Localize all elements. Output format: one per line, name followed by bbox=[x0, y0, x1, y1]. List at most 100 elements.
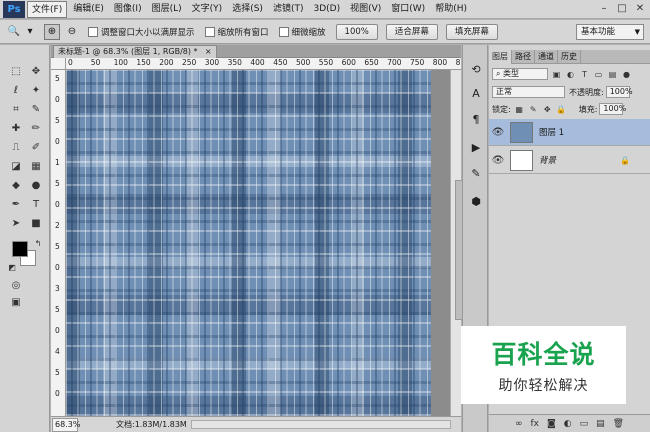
checkbox-box[interactable] bbox=[204, 26, 215, 37]
denim-texture-canvas[interactable] bbox=[66, 70, 431, 416]
lock-all-icon[interactable]: 🔒 bbox=[556, 104, 567, 115]
blend-mode-select[interactable]: 正常 bbox=[492, 86, 565, 98]
tab-paths[interactable]: 路径 bbox=[512, 50, 535, 64]
zoom-100-button[interactable]: 100% bbox=[335, 23, 378, 40]
ruler-tick-label: 600 bbox=[341, 58, 356, 67]
link-layers-icon[interactable]: ∞ bbox=[515, 419, 523, 429]
menu-select[interactable]: 选择(S) bbox=[228, 1, 267, 18]
3d-panel-icon[interactable]: ⬢ bbox=[468, 193, 484, 209]
vertical-scrollbar[interactable] bbox=[450, 70, 463, 416]
workspace-select[interactable]: 基本功能 ▼ bbox=[576, 24, 644, 40]
crop-tool-icon[interactable]: ⌗ bbox=[8, 101, 24, 117]
chevron-down-icon[interactable]: ▾ bbox=[26, 24, 34, 40]
tab-history[interactable]: 历史 bbox=[558, 50, 581, 64]
adjustment-layer-icon[interactable]: ◐ bbox=[564, 419, 572, 429]
paragraph-panel-icon[interactable]: ¶ bbox=[468, 111, 484, 127]
brush-tool-icon[interactable]: ✏ bbox=[28, 120, 44, 136]
layer-row-background[interactable]: 👁 背景 🔒 bbox=[489, 147, 650, 174]
eraser-tool-icon[interactable]: ◪ bbox=[8, 158, 24, 174]
filter-type-icon[interactable]: T bbox=[579, 69, 590, 80]
eye-icon[interactable]: 👁 bbox=[489, 127, 507, 138]
dodge-tool-icon[interactable]: ● bbox=[28, 177, 44, 193]
menu-help[interactable]: 帮助(H) bbox=[431, 1, 471, 18]
lock-transparent-icon[interactable]: ▦ bbox=[514, 104, 525, 115]
menu-edit[interactable]: 编辑(E) bbox=[69, 1, 108, 18]
menu-filter[interactable]: 滤镜(T) bbox=[269, 1, 308, 18]
character-panel-icon[interactable]: A bbox=[468, 85, 484, 101]
tab-channels[interactable]: 通道 bbox=[535, 50, 558, 64]
layer-name[interactable]: 背景 bbox=[539, 154, 556, 166]
tab-layers[interactable]: 图层 bbox=[489, 50, 512, 64]
menu-type[interactable]: 文字(Y) bbox=[188, 1, 227, 18]
blur-tool-icon[interactable]: ◆ bbox=[8, 177, 24, 193]
fill-field[interactable]: 100% bbox=[599, 103, 626, 115]
eyedropper-tool-icon[interactable]: ✎ bbox=[28, 101, 44, 117]
screen-mode-icon[interactable]: ▣ bbox=[8, 294, 24, 310]
close-window-button[interactable]: ✕ bbox=[634, 3, 646, 15]
checkbox-box[interactable] bbox=[278, 26, 289, 37]
horizontal-ruler[interactable]: 0 50 100 150 200 250 300 350 400 450 500 550 600 650 7… bbox=[66, 58, 461, 70]
canvas-pasteboard[interactable] bbox=[66, 70, 450, 416]
layer-style-icon[interactable]: fx bbox=[530, 419, 539, 429]
close-icon[interactable]: × bbox=[205, 46, 212, 58]
layer-name[interactable]: 图层 1 bbox=[539, 126, 564, 138]
eye-icon[interactable]: 👁 bbox=[489, 155, 507, 166]
history-brush-tool-icon[interactable]: ✐ bbox=[28, 139, 44, 155]
add-mask-icon[interactable]: ◙ bbox=[547, 419, 556, 429]
filter-toggle-icon[interactable]: ● bbox=[621, 69, 632, 80]
new-layer-icon[interactable]: ▤ bbox=[596, 419, 605, 429]
actions-panel-icon[interactable]: ▶ bbox=[468, 139, 484, 155]
ruler-tick-label: 150 bbox=[136, 58, 151, 67]
brush-panel-icon[interactable]: ✎ bbox=[468, 165, 484, 181]
default-colors-icon[interactable]: ◩ bbox=[4, 259, 20, 275]
menu-3d[interactable]: 3D(D) bbox=[309, 1, 344, 18]
lasso-tool-icon[interactable]: ℓ bbox=[8, 82, 24, 98]
swap-colors-icon[interactable]: ↰ bbox=[30, 235, 46, 251]
fill-screen-button[interactable]: 填充屏幕 bbox=[445, 23, 498, 40]
layer-row-layer1[interactable]: 👁 图层 1 bbox=[489, 119, 650, 146]
scrubby-zoom-checkbox[interactable]: 细微缩放 bbox=[278, 26, 326, 38]
zoom-out-icon[interactable]: ⊖ bbox=[64, 24, 80, 40]
pen-tool-icon[interactable]: ✒ bbox=[8, 196, 24, 212]
move-tool-icon[interactable]: ✥ bbox=[28, 63, 44, 79]
fit-screen-button[interactable]: 适合屏幕 bbox=[385, 23, 438, 40]
foreground-color-swatch[interactable] bbox=[12, 241, 28, 257]
filter-shape-icon[interactable]: ▭ bbox=[593, 69, 604, 80]
gradient-tool-icon[interactable]: ▦ bbox=[28, 158, 44, 174]
zoom-all-checkbox[interactable]: 缩放所有窗口 bbox=[204, 26, 269, 38]
zoom-level-field[interactable]: 68.3% bbox=[52, 417, 80, 432]
layer-filter-select[interactable]: ⌕ 类型 bbox=[492, 68, 548, 80]
clone-stamp-tool-icon[interactable]: ⎍ bbox=[8, 139, 24, 155]
lock-image-icon[interactable]: ✎ bbox=[528, 104, 539, 115]
minimize-button[interactable]: – bbox=[598, 3, 610, 15]
history-panel-icon[interactable]: ⟲ bbox=[468, 61, 484, 77]
menu-view[interactable]: 视图(V) bbox=[346, 1, 385, 18]
filter-adjustment-icon[interactable]: ◐ bbox=[565, 69, 576, 80]
type-tool-icon[interactable]: T bbox=[28, 196, 44, 212]
vertical-ruler[interactable]: 5 0 5 0 1 5 0 2 5 0 3 5 0 4 5 0 bbox=[51, 70, 66, 416]
healing-brush-tool-icon[interactable]: ✚ bbox=[8, 120, 24, 136]
ruler-origin[interactable] bbox=[51, 58, 66, 70]
horizontal-scrollbar[interactable] bbox=[191, 420, 451, 429]
zoom-tool-preset-icon[interactable]: 🔍 bbox=[6, 24, 22, 40]
filter-smart-object-icon[interactable]: ▤ bbox=[607, 69, 618, 80]
zoom-in-icon[interactable]: ⊕ bbox=[44, 23, 60, 40]
magic-wand-tool-icon[interactable]: ✦ bbox=[28, 82, 44, 98]
rectangle-tool-icon[interactable]: ■ bbox=[28, 215, 44, 231]
menu-window[interactable]: 窗口(W) bbox=[387, 1, 429, 18]
resize-windows-checkbox[interactable]: 调整窗口大小以满屏显示 bbox=[88, 26, 195, 38]
document-size-info[interactable]: 文档:1.83M/1.83M bbox=[116, 419, 187, 430]
document-tab[interactable]: 未标题-1 @ 68.3% (图层 1, RGB/8) * × bbox=[53, 45, 217, 58]
lock-position-icon[interactable]: ✥ bbox=[542, 104, 553, 115]
menu-image[interactable]: 图像(I) bbox=[110, 1, 146, 18]
new-group-icon[interactable]: ▭ bbox=[580, 419, 589, 429]
quick-mask-icon[interactable]: ◎ bbox=[8, 277, 24, 293]
filter-pixel-icon[interactable]: ▣ bbox=[551, 69, 562, 80]
checkbox-box[interactable] bbox=[88, 26, 98, 37]
menu-file[interactable]: 文件(F) bbox=[27, 0, 68, 18]
menu-layer[interactable]: 图层(L) bbox=[148, 1, 186, 18]
opacity-field[interactable]: 100% bbox=[605, 86, 633, 98]
trash-icon[interactable]: 🗑 bbox=[613, 419, 624, 429]
marquee-tool-icon[interactable]: ⬚ bbox=[8, 63, 24, 79]
restore-button[interactable]: □ bbox=[616, 3, 628, 15]
